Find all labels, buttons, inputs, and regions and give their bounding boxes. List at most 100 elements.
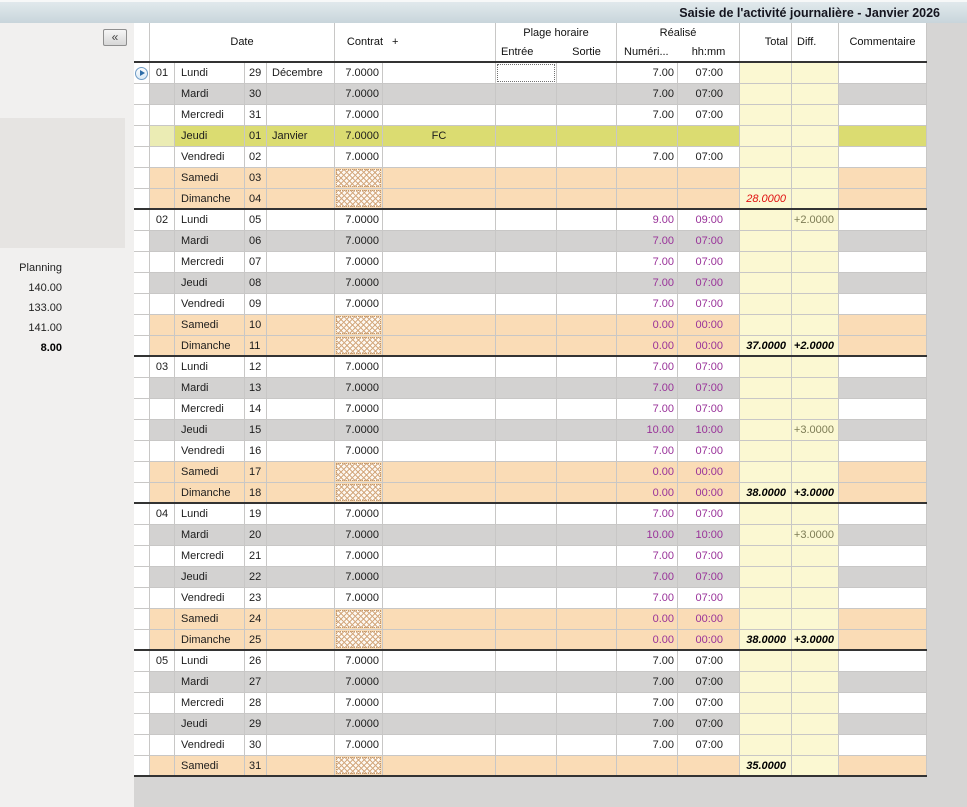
cell-commentaire[interactable] <box>839 126 927 146</box>
cell-entree-input[interactable] <box>496 126 557 146</box>
cell-entree-input[interactable] <box>496 147 557 167</box>
row-selector[interactable] <box>134 210 150 230</box>
cell-commentaire[interactable] <box>839 567 927 587</box>
row-selector[interactable] <box>134 126 150 146</box>
cell-commentaire[interactable] <box>839 105 927 125</box>
cell-entree-input[interactable] <box>496 231 557 251</box>
cell-realise-numerique[interactable]: 7.00 <box>617 63 678 83</box>
cell-sortie-input[interactable] <box>557 420 617 440</box>
cell-entree-input[interactable] <box>496 504 557 524</box>
cell-entree-input[interactable] <box>496 651 557 671</box>
cell-realise-numerique[interactable]: 0.00 <box>617 462 678 482</box>
cell-realise-numerique[interactable] <box>617 756 678 775</box>
row-selector[interactable] <box>134 252 150 272</box>
cell-realise-hhmm[interactable]: 00:00 <box>678 609 740 629</box>
cell-entree-input[interactable] <box>496 399 557 419</box>
row-selector[interactable] <box>134 630 150 649</box>
cell-entree-input[interactable] <box>496 189 557 208</box>
cell-commentaire[interactable] <box>839 672 927 692</box>
cell-realise-hhmm[interactable]: 00:00 <box>678 336 740 355</box>
cell-entree-input[interactable] <box>496 693 557 713</box>
cell-sortie-input[interactable] <box>557 483 617 502</box>
row-selector[interactable] <box>134 63 150 83</box>
cell-realise-numerique[interactable]: 0.00 <box>617 609 678 629</box>
cell-sortie-input[interactable] <box>557 462 617 482</box>
row-selector[interactable] <box>134 168 150 188</box>
cell-commentaire[interactable] <box>839 504 927 524</box>
cell-sortie-input[interactable] <box>557 252 617 272</box>
cell-commentaire[interactable] <box>839 630 927 649</box>
cell-realise-hhmm[interactable] <box>678 126 740 146</box>
cell-realise-hhmm[interactable]: 07:00 <box>678 105 740 125</box>
cell-realise-hhmm[interactable]: 07:00 <box>678 84 740 104</box>
cell-commentaire[interactable] <box>839 273 927 293</box>
cell-realise-hhmm[interactable]: 00:00 <box>678 483 740 502</box>
cell-realise-numerique[interactable]: 7.00 <box>617 504 678 524</box>
cell-sortie-input[interactable] <box>557 63 617 83</box>
cell-entree-input[interactable] <box>496 357 557 377</box>
cell-commentaire[interactable] <box>839 420 927 440</box>
row-selector[interactable] <box>134 462 150 482</box>
expand-columns-button[interactable]: + <box>392 36 398 48</box>
cell-realise-numerique[interactable]: 7.00 <box>617 546 678 566</box>
cell-entree-input[interactable] <box>496 315 557 335</box>
cell-realise-numerique[interactable]: 7.00 <box>617 357 678 377</box>
cell-realise-numerique[interactable]: 7.00 <box>617 441 678 461</box>
cell-sortie-input[interactable] <box>557 399 617 419</box>
cell-realise-numerique[interactable]: 7.00 <box>617 252 678 272</box>
cell-entree-input[interactable] <box>496 735 557 755</box>
cell-realise-hhmm[interactable]: 07:00 <box>678 252 740 272</box>
cell-realise-hhmm[interactable]: 07:00 <box>678 504 740 524</box>
cell-realise-hhmm[interactable]: 10:00 <box>678 525 740 545</box>
cell-realise-hhmm[interactable] <box>678 168 740 188</box>
cell-entree-input[interactable] <box>496 210 557 230</box>
cell-sortie-input[interactable] <box>557 756 617 775</box>
cell-realise-hhmm[interactable]: 07:00 <box>678 651 740 671</box>
cell-realise-numerique[interactable]: 7.00 <box>617 84 678 104</box>
cell-realise-hhmm[interactable]: 07:00 <box>678 672 740 692</box>
cell-commentaire[interactable] <box>839 546 927 566</box>
cell-sortie-input[interactable] <box>557 84 617 104</box>
cell-realise-hhmm[interactable] <box>678 756 740 775</box>
row-selector[interactable] <box>134 441 150 461</box>
cell-commentaire[interactable] <box>839 756 927 775</box>
cell-entree-input[interactable] <box>496 378 557 398</box>
cell-sortie-input[interactable] <box>557 630 617 649</box>
cell-realise-numerique[interactable]: 0.00 <box>617 630 678 649</box>
row-selector[interactable] <box>134 378 150 398</box>
cell-sortie-input[interactable] <box>557 546 617 566</box>
cell-sortie-input[interactable] <box>557 126 617 146</box>
row-selector[interactable] <box>134 588 150 608</box>
cell-entree-input[interactable] <box>496 84 557 104</box>
cell-realise-hhmm[interactable]: 07:00 <box>678 147 740 167</box>
cell-realise-numerique[interactable]: 7.00 <box>617 693 678 713</box>
cell-realise-hhmm[interactable]: 07:00 <box>678 693 740 713</box>
cell-entree-input[interactable] <box>496 525 557 545</box>
cell-commentaire[interactable] <box>839 462 927 482</box>
row-selector[interactable] <box>134 294 150 314</box>
row-selector[interactable] <box>134 357 150 377</box>
cell-realise-numerique[interactable]: 7.00 <box>617 588 678 608</box>
cell-entree-input[interactable] <box>496 546 557 566</box>
cell-commentaire[interactable] <box>839 252 927 272</box>
cell-entree-input[interactable] <box>496 630 557 649</box>
cell-sortie-input[interactable] <box>557 609 617 629</box>
cell-sortie-input[interactable] <box>557 504 617 524</box>
cell-sortie-input[interactable] <box>557 714 617 734</box>
row-selector[interactable] <box>134 231 150 251</box>
cell-commentaire[interactable] <box>839 693 927 713</box>
cell-sortie-input[interactable] <box>557 378 617 398</box>
row-selector[interactable] <box>134 672 150 692</box>
row-selector[interactable] <box>134 504 150 524</box>
cell-realise-numerique[interactable] <box>617 126 678 146</box>
cell-realise-hhmm[interactable]: 10:00 <box>678 420 740 440</box>
cell-realise-hhmm[interactable]: 07:00 <box>678 714 740 734</box>
cell-realise-hhmm[interactable]: 07:00 <box>678 588 740 608</box>
cell-entree-input[interactable] <box>496 483 557 502</box>
row-selector[interactable] <box>134 651 150 671</box>
cell-entree-input[interactable] <box>496 105 557 125</box>
cell-commentaire[interactable] <box>839 168 927 188</box>
cell-sortie-input[interactable] <box>557 294 617 314</box>
row-selector[interactable] <box>134 756 150 775</box>
cell-commentaire[interactable] <box>839 441 927 461</box>
